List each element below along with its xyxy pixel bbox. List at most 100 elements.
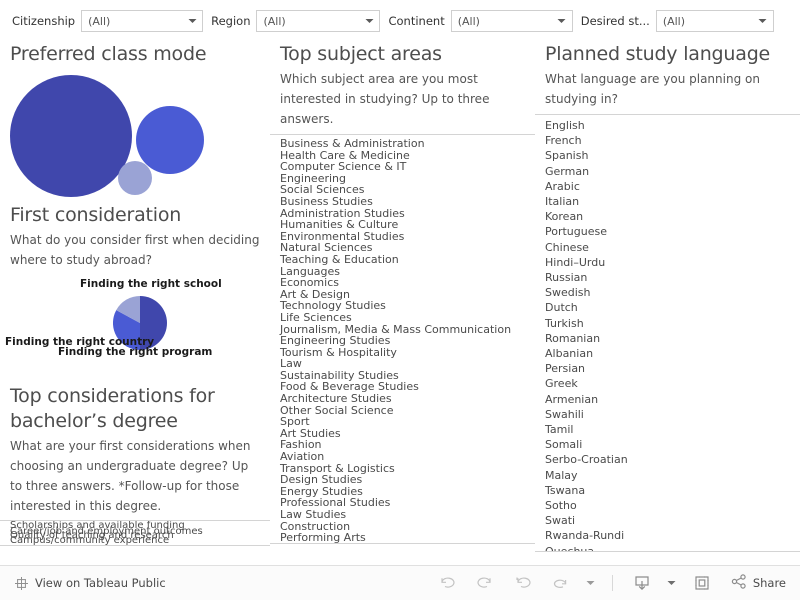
first-consideration-pie-chart[interactable]: Finding the right school Finding the rig… <box>0 278 270 378</box>
view-on-tableau-public-label: View on Tableau Public <box>35 576 166 590</box>
list-item[interactable]: Russian <box>535 270 800 285</box>
study-language-title: Planned study language <box>545 43 771 65</box>
filter-desired-study-label: Desired st... <box>580 14 650 28</box>
list-item[interactable]: Sotho <box>535 498 800 513</box>
list-item[interactable]: Business & Administration <box>270 138 535 150</box>
filter-desired-study-dropdown[interactable]: (All) <box>655 10 774 32</box>
list-item[interactable]: Serbo-Croatian <box>535 452 800 467</box>
share-icon <box>731 573 747 593</box>
list-item[interactable]: German <box>535 164 800 179</box>
chevron-down-icon <box>186 18 202 24</box>
list-item[interactable]: Spanish <box>535 148 800 163</box>
filter-citizenship-value: (All) <box>88 14 111 28</box>
pie-label-right-program: Finding the right program <box>58 346 213 358</box>
list-item[interactable]: Quechua <box>535 544 800 551</box>
left-column: Preferred class mode First consideration… <box>0 42 270 565</box>
list-item[interactable]: Greek <box>535 376 800 391</box>
bubble-on-campus[interactable] <box>10 75 132 197</box>
bachelor-considerations-list[interactable]: Scholarships and available funding Caree… <box>0 520 270 546</box>
list-item[interactable]: French <box>535 133 800 148</box>
bubble-blended[interactable] <box>118 161 152 195</box>
bottom-toolbar: View on Tableau Public Share <box>0 565 800 600</box>
filter-continent: Continent (All) <box>380 10 573 32</box>
tableau-logo-icon <box>14 576 29 591</box>
download-dropdown-button[interactable] <box>661 566 683 600</box>
list-item[interactable]: Aviation <box>270 451 535 463</box>
list-item[interactable]: Albanian <box>535 346 800 361</box>
list-item[interactable]: Humanities & Culture <box>270 219 535 231</box>
list-item[interactable]: English <box>535 118 800 133</box>
filter-continent-dropdown[interactable]: (All) <box>450 10 573 32</box>
filter-continent-value: (All) <box>457 14 480 28</box>
list-item[interactable]: Tswana <box>535 483 800 498</box>
list-item[interactable]: Hindi–Urdu <box>535 255 800 270</box>
list-item[interactable]: Tourism & Hospitality <box>270 347 535 359</box>
first-consideration-subtitle: What do you consider first when deciding… <box>10 233 260 267</box>
toolbar-actions: Share <box>428 566 800 600</box>
list-item[interactable]: Business Studies <box>270 196 535 208</box>
download-icon <box>635 576 649 591</box>
class-mode-title: Preferred class mode <box>10 43 207 65</box>
chevron-down-icon <box>556 18 572 24</box>
refresh-dropdown-button[interactable] <box>580 566 602 600</box>
filter-region-value: (All) <box>263 14 286 28</box>
filter-citizenship-dropdown[interactable]: (All) <box>81 10 204 32</box>
class-mode-bubble-chart[interactable] <box>0 73 270 197</box>
list-item[interactable]: Malay <box>535 468 800 483</box>
chevron-down-icon <box>667 580 676 586</box>
view-on-tableau-public-link[interactable]: View on Tableau Public <box>0 576 166 591</box>
list-item[interactable]: Portuguese <box>535 224 800 239</box>
list-item[interactable]: Arabic <box>535 179 800 194</box>
list-item[interactable]: Turkish <box>535 316 800 331</box>
list-item[interactable]: Dutch <box>535 300 800 315</box>
fullscreen-button[interactable] <box>683 566 721 600</box>
toolbar-divider <box>611 575 613 591</box>
filter-region-dropdown[interactable]: (All) <box>256 10 381 32</box>
tableau-dashboard: Citizenship (All) Region (All) Continent… <box>0 0 800 600</box>
subject-areas-subtitle: Which subject area are you most interest… <box>280 72 490 126</box>
filter-citizenship: Citizenship (All) <box>6 10 204 32</box>
bubble-online[interactable] <box>136 106 204 174</box>
list-item[interactable]: Swedish <box>535 285 800 300</box>
list-item[interactable]: Korean <box>535 209 800 224</box>
subject-areas-title: Top subject areas <box>280 43 442 65</box>
list-item[interactable]: Armenian <box>535 392 800 407</box>
share-label: Share <box>752 576 786 590</box>
download-button[interactable] <box>623 566 661 600</box>
list-item[interactable]: Swahili <box>535 407 800 422</box>
list-item[interactable]: Rwanda-Rundi <box>535 528 800 543</box>
refresh-button[interactable] <box>542 566 580 600</box>
middle-column: Top subject areas Which subject area are… <box>270 42 535 565</box>
share-button[interactable]: Share <box>721 573 786 593</box>
chevron-down-icon <box>757 18 773 24</box>
fullscreen-icon <box>694 575 709 591</box>
list-item[interactable]: Swati <box>535 513 800 528</box>
filter-region: Region (All) <box>203 10 381 32</box>
list-item[interactable]: Somali <box>535 437 800 452</box>
list-item[interactable]: Persian <box>535 361 800 376</box>
list-item[interactable]: Chinese <box>535 240 800 255</box>
filter-desired-study-value: (All) <box>662 14 686 28</box>
undo-button[interactable] <box>428 566 466 600</box>
list-item[interactable]: Tamil <box>535 422 800 437</box>
subject-areas-list[interactable]: Business & Administration Health Care & M… <box>270 134 535 544</box>
bachelor-subtitle: What are your first considerations when … <box>10 439 251 513</box>
redo-icon <box>477 577 491 588</box>
redo-button[interactable] <box>466 566 504 600</box>
filter-citizenship-label: Citizenship <box>12 14 76 28</box>
chevron-down-icon <box>586 580 595 586</box>
list-item[interactable]: Teaching & Education <box>270 254 535 266</box>
list-item[interactable]: Architecture Studies <box>270 393 535 405</box>
study-language-list[interactable]: English French Spanish German Arabic Italian K… <box>535 114 800 552</box>
list-item[interactable]: Engineering Studies <box>270 335 535 347</box>
revert-icon <box>516 577 531 588</box>
list-item[interactable]: Life Sciences <box>270 312 535 324</box>
list-item: Campus/community experience <box>10 535 170 546</box>
list-item[interactable]: Law Studies <box>270 509 535 521</box>
list-item[interactable]: Economics <box>270 277 535 289</box>
list-item[interactable]: Romanian <box>535 331 800 346</box>
revert-button[interactable] <box>504 566 542 600</box>
filter-bar: Citizenship (All) Region (All) Continent… <box>0 0 800 42</box>
list-item[interactable]: Italian <box>535 194 800 209</box>
filter-region-label: Region <box>211 14 251 28</box>
